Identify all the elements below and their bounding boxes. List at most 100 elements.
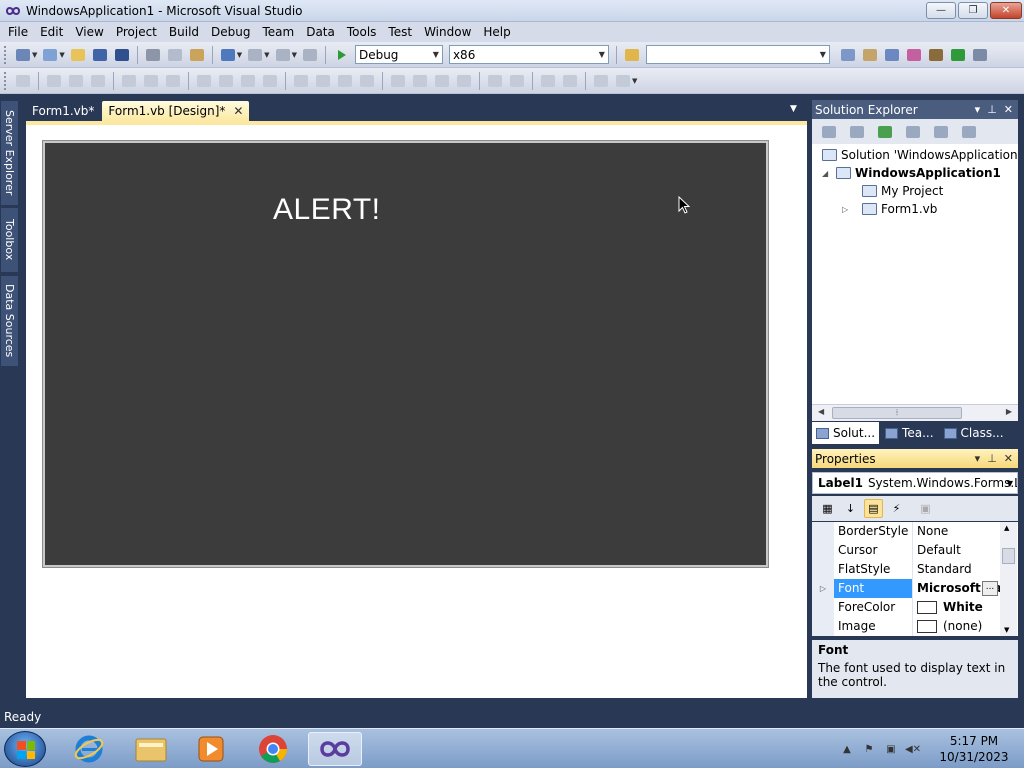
collapse-icon[interactable]: ◢: [822, 169, 832, 178]
properties-object-select[interactable]: Label1 System.Windows.Forms.Label ▼: [812, 472, 1018, 494]
scroll-thumb[interactable]: [1002, 548, 1015, 564]
alphabetical-icon[interactable]: ↓: [841, 499, 860, 518]
make-same-size-icon[interactable]: [261, 72, 279, 90]
tab-solution-explorer[interactable]: Solut...: [812, 422, 880, 444]
navigate-forward-icon[interactable]: [301, 46, 319, 64]
properties-vscrollbar[interactable]: ▲ ▼: [1000, 522, 1017, 636]
taskbar-visual-studio[interactable]: [308, 732, 362, 766]
property-row-flatstyle[interactable]: FlatStyle Standard: [812, 560, 1000, 579]
scroll-up-icon[interactable]: ▲: [1004, 524, 1009, 532]
pin-icon[interactable]: ⊥: [987, 103, 997, 116]
window-position-icon[interactable]: ▾: [975, 103, 981, 116]
properties-icon[interactable]: [820, 123, 838, 141]
menu-data[interactable]: Data: [300, 22, 341, 42]
pin-icon[interactable]: ⊥: [987, 452, 997, 465]
property-row-borderstyle[interactable]: BorderStyle None: [812, 522, 1000, 541]
property-row-image[interactable]: Image (none): [812, 617, 1000, 636]
menu-window[interactable]: Window: [418, 22, 477, 42]
vertical-spacing-increase-icon[interactable]: [411, 72, 429, 90]
horizontal-spacing-increase-icon[interactable]: [314, 72, 332, 90]
scroll-thumb[interactable]: ⦙: [832, 407, 962, 419]
tab-form1-design[interactable]: Form1.vb [Design]* ✕: [102, 101, 250, 121]
system-clock[interactable]: 5:17 PM 10/31/2023: [936, 733, 1012, 765]
lock-controls-icon[interactable]: [614, 72, 632, 90]
property-pages-icon[interactable]: ▣: [916, 499, 935, 518]
close-tab-icon[interactable]: ✕: [233, 104, 243, 118]
view-class-diagram-icon[interactable]: [960, 123, 978, 141]
add-item-icon[interactable]: [41, 46, 59, 64]
find-combo[interactable]: ▼: [645, 45, 830, 64]
align-lefts-icon[interactable]: [45, 72, 63, 90]
menu-build[interactable]: Build: [163, 22, 205, 42]
align-to-grid-icon[interactable]: [14, 72, 32, 90]
label1[interactable]: ALERT!: [273, 193, 381, 227]
start-debugging-icon[interactable]: [332, 46, 350, 64]
tab-toolbox[interactable]: Toolbox: [1, 208, 18, 272]
align-rights-icon[interactable]: [89, 72, 107, 90]
view-code-icon[interactable]: [904, 123, 922, 141]
bring-to-front-icon[interactable]: [539, 72, 557, 90]
view-designer-icon[interactable]: [932, 123, 950, 141]
show-hidden-icons-icon[interactable]: ▲: [840, 742, 854, 756]
scroll-left-icon[interactable]: ◀: [818, 407, 824, 416]
object-browser-icon[interactable]: [883, 46, 901, 64]
events-icon[interactable]: ⚡: [887, 499, 906, 518]
horizontal-spacing-remove-icon[interactable]: [358, 72, 376, 90]
open-file-icon[interactable]: [69, 46, 87, 64]
properties-view-icon[interactable]: ▤: [864, 499, 883, 518]
solution-configuration-select[interactable]: Debug ▼: [354, 45, 443, 64]
toolbar-grip[interactable]: [4, 45, 8, 64]
tree-item-project[interactable]: ◢ WindowsApplication1: [822, 164, 1001, 182]
close-button[interactable]: ✕: [990, 2, 1022, 19]
copy-icon[interactable]: [166, 46, 184, 64]
center-horizontally-icon[interactable]: [486, 72, 504, 90]
horizontal-spacing-equal-icon[interactable]: [292, 72, 310, 90]
maximize-button[interactable]: ❐: [958, 2, 988, 19]
property-value-cell[interactable]: White: [912, 598, 1000, 617]
align-tops-icon[interactable]: [120, 72, 138, 90]
toolbox-icon[interactable]: [905, 46, 923, 64]
make-same-width-icon[interactable]: [195, 72, 213, 90]
redo-icon[interactable]: [246, 46, 264, 64]
tree-item-my-project[interactable]: My Project: [862, 182, 943, 200]
menu-debug[interactable]: Debug: [205, 22, 256, 42]
align-bottoms-icon[interactable]: [164, 72, 182, 90]
solution-explorer-icon[interactable]: [839, 46, 857, 64]
minimize-button[interactable]: —: [926, 2, 956, 19]
network-icon[interactable]: ▣: [884, 742, 898, 756]
close-panel-icon[interactable]: ✕: [1004, 452, 1013, 465]
make-same-height-icon[interactable]: [239, 72, 257, 90]
tab-data-sources[interactable]: Data Sources: [1, 276, 18, 366]
tab-server-explorer[interactable]: Server Explorer: [1, 101, 18, 205]
align-middles-icon[interactable]: [142, 72, 160, 90]
extension-manager-icon[interactable]: [927, 46, 945, 64]
tab-team-explorer[interactable]: Tea...: [881, 422, 937, 444]
ellipsis-button[interactable]: ...: [982, 581, 998, 596]
taskbar-chrome[interactable]: [246, 732, 300, 766]
align-centers-icon[interactable]: [67, 72, 85, 90]
menu-file[interactable]: File: [2, 22, 34, 42]
volume-muted-icon[interactable]: ◀✕: [905, 742, 921, 756]
save-icon[interactable]: [91, 46, 109, 64]
scroll-down-icon[interactable]: ▼: [1004, 626, 1009, 634]
vertical-spacing-remove-icon[interactable]: [455, 72, 473, 90]
new-project-icon[interactable]: [14, 46, 32, 64]
undo-dropdown-icon[interactable]: ▼: [237, 51, 242, 59]
add-item-dropdown-icon[interactable]: ▼: [59, 51, 64, 59]
redo-dropdown-icon[interactable]: ▼: [264, 51, 269, 59]
property-row-forecolor[interactable]: ForeColor White: [812, 598, 1000, 617]
menu-team[interactable]: Team: [256, 22, 300, 42]
vertical-spacing-equal-icon[interactable]: [389, 72, 407, 90]
paste-icon[interactable]: [188, 46, 206, 64]
menu-test[interactable]: Test: [382, 22, 418, 42]
start-page-icon[interactable]: [949, 46, 967, 64]
solution-explorer-hscrollbar[interactable]: ◀ ⦙ ▶: [812, 404, 1018, 421]
property-value[interactable]: Standard: [912, 560, 1000, 579]
refresh-icon[interactable]: [876, 123, 894, 141]
tree-item-solution[interactable]: Solution 'WindowsApplication1' (1 projec…: [822, 146, 1018, 164]
vertical-spacing-decrease-icon[interactable]: [433, 72, 451, 90]
tab-order-icon[interactable]: [592, 72, 610, 90]
menu-project[interactable]: Project: [110, 22, 163, 42]
expand-icon[interactable]: ▷: [812, 579, 834, 598]
property-row-cursor[interactable]: Cursor Default: [812, 541, 1000, 560]
